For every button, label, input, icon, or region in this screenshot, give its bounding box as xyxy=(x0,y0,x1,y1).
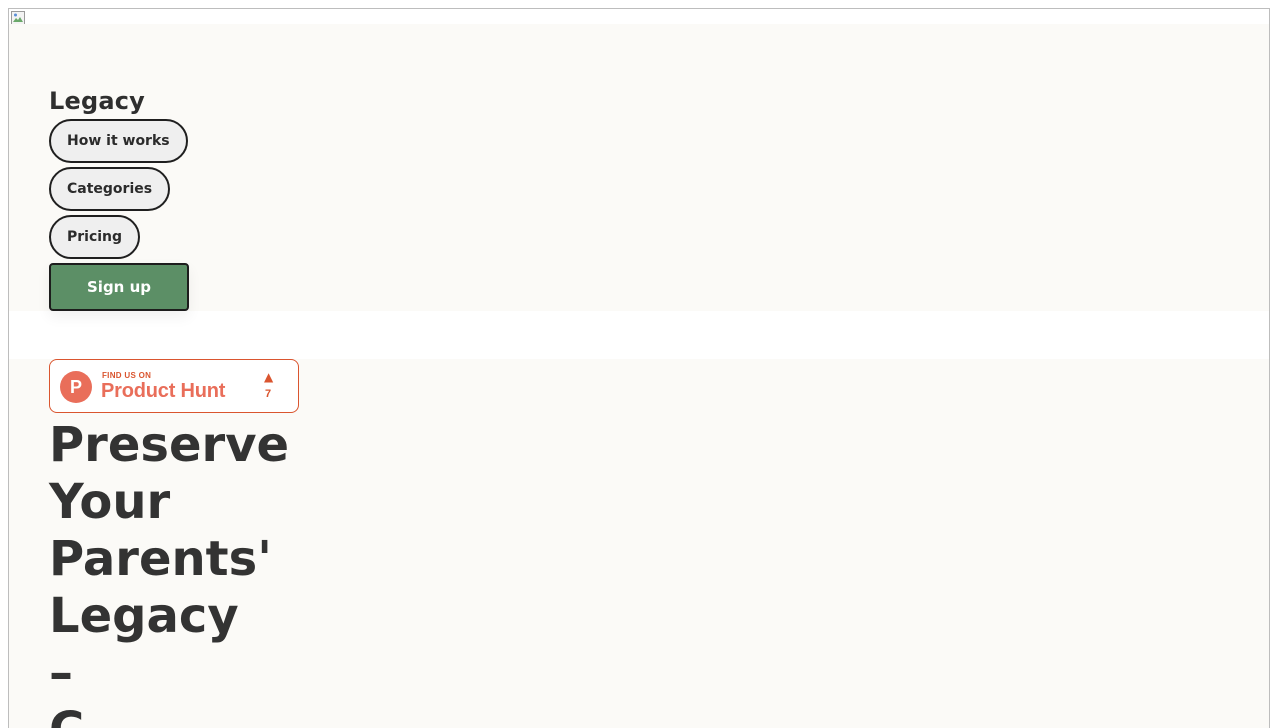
hero-title-line: Legacy xyxy=(49,588,239,644)
header-section xyxy=(9,24,1269,311)
product-hunt-caption: FIND US ON xyxy=(102,371,152,380)
logo-text[interactable]: Legacy xyxy=(49,87,145,115)
product-hunt-name: Product Hunt xyxy=(101,380,226,402)
broken-image-icon xyxy=(11,11,25,25)
upvote-count: 7 xyxy=(265,388,272,400)
sign-up-button[interactable]: Sign up xyxy=(49,263,189,311)
section-divider xyxy=(15,311,1265,359)
page-frame: Legacy How it works Categories Pricing S… xyxy=(8,8,1270,728)
product-hunt-logo-icon: P xyxy=(60,371,92,403)
hero-title-line: – xyxy=(49,645,73,701)
upvote-arrow-icon: ▲ xyxy=(264,370,274,384)
nav-pricing-button[interactable]: Pricing xyxy=(49,215,141,259)
product-hunt-badge[interactable]: P FIND US ON Product Hunt ▲ 7 xyxy=(49,359,299,413)
hero-title-line: Your xyxy=(49,474,171,530)
hero-title-line: Parents' xyxy=(49,531,272,587)
hero-title: Preserve Your Parents' Legacy – C xyxy=(49,417,289,728)
hero-title-line: Preserve xyxy=(49,417,290,473)
nav-categories-button[interactable]: Categories xyxy=(49,167,171,211)
nav-how-it-works-button[interactable]: How it works xyxy=(49,119,188,163)
hero-title-line: C xyxy=(49,702,289,728)
